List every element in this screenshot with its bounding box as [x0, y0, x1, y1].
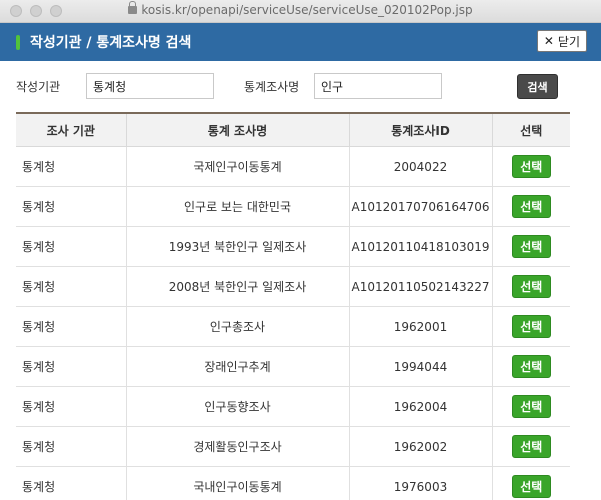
results-table-container: 조사 기관 통계 조사명 통계조사ID 선택 통계청 국제인구이동통계 2004… — [16, 112, 570, 500]
select-button[interactable]: 선택 — [511, 275, 551, 298]
table-row: 통계청 1993년 북한인구 일제조사 A10120110418103019 선… — [16, 226, 570, 267]
browser-titlebar: kosis.kr/openapi/serviceUse/serviceUse_0… — [0, 0, 601, 23]
cell-survey-name: 인구총조사 — [126, 306, 350, 347]
table-row: 통계청 인구동향조사 1962004 선택 — [16, 386, 570, 427]
address-bar: kosis.kr/openapi/serviceUse/serviceUse_0… — [0, 1, 601, 17]
cell-survey-id: 2004022 — [349, 146, 493, 187]
cell-agency: 통계청 — [16, 426, 127, 467]
cell-survey-name: 경제활동인구조사 — [126, 426, 350, 467]
cell-select: 선택 — [492, 146, 570, 187]
cell-survey-id: 1962001 — [349, 306, 493, 347]
column-header-agency: 조사 기관 — [16, 113, 127, 147]
close-button[interactable]: ✕ 닫기 — [536, 30, 587, 52]
cell-agency: 통계청 — [16, 146, 127, 187]
header-accent-bar — [16, 34, 20, 50]
cell-survey-name: 국내인구이동통계 — [126, 466, 350, 500]
table-row: 통계청 인구로 보는 대한민국 A10120170706164706 선택 — [16, 186, 570, 227]
cell-select: 선택 — [492, 186, 570, 227]
results-table: 조사 기관 통계 조사명 통계조사ID 선택 통계청 국제인구이동통계 2004… — [16, 112, 570, 500]
survey-name-label: 통계조사명 — [244, 80, 300, 94]
cell-select: 선택 — [492, 306, 570, 347]
table-row: 통계청 2008년 북한인구 일제조사 A10120110502143227 선… — [16, 266, 570, 307]
table-row: 통계청 국제인구이동통계 2004022 선택 — [16, 146, 570, 187]
url-text: kosis.kr/openapi/serviceUse/serviceUse_0… — [141, 3, 473, 17]
cell-select: 선택 — [492, 466, 570, 500]
cell-agency: 통계청 — [16, 386, 127, 427]
popup-title: 작성기관 / 통계조사명 검색 — [30, 35, 192, 51]
cell-survey-id: A10120170706164706 — [349, 186, 493, 227]
select-button[interactable]: 선택 — [511, 395, 551, 418]
cell-survey-name: 장래인구추계 — [126, 346, 350, 387]
cell-agency: 통계청 — [16, 466, 127, 500]
select-button[interactable]: 선택 — [511, 435, 551, 458]
cell-survey-id: A10120110502143227 — [349, 266, 493, 307]
cell-survey-name: 2008년 북한인구 일제조사 — [126, 266, 350, 307]
cell-agency: 통계청 — [16, 186, 127, 227]
select-button[interactable]: 선택 — [511, 155, 551, 178]
cell-agency: 통계청 — [16, 266, 127, 307]
cell-select: 선택 — [492, 226, 570, 267]
select-button[interactable]: 선택 — [511, 315, 551, 338]
popup-header: 작성기관 / 통계조사명 검색 ✕ 닫기 — [0, 23, 601, 61]
cell-survey-id: A10120110418103019 — [349, 226, 493, 267]
cell-survey-id: 1994044 — [349, 346, 493, 387]
table-row: 통계청 인구총조사 1962001 선택 — [16, 306, 570, 347]
agency-input[interactable] — [86, 73, 214, 99]
cell-agency: 통계청 — [16, 306, 127, 347]
cell-survey-id: 1976003 — [349, 466, 493, 500]
select-button[interactable]: 선택 — [511, 475, 551, 498]
column-header-survey-id: 통계조사ID — [349, 113, 493, 147]
cell-agency: 통계청 — [16, 346, 127, 387]
agency-label: 작성기관 — [16, 80, 61, 94]
table-body: 통계청 국제인구이동통계 2004022 선택 통계청 인구로 보는 대한민국 … — [16, 146, 570, 500]
select-button[interactable]: 선택 — [511, 195, 551, 218]
table-row: 통계청 국내인구이동통계 1976003 선택 — [16, 466, 570, 500]
cell-survey-id: 1962004 — [349, 386, 493, 427]
cell-survey-name: 인구동향조사 — [126, 386, 350, 427]
search-button[interactable]: 검색 — [517, 74, 558, 99]
column-header-survey-name: 통계 조사명 — [126, 113, 350, 147]
table-row: 통계청 경제활동인구조사 1962002 선택 — [16, 426, 570, 467]
cell-survey-id: 1962002 — [349, 426, 493, 467]
cell-survey-name: 인구로 보는 대한민국 — [126, 186, 350, 227]
cell-select: 선택 — [492, 266, 570, 307]
close-button-label: 닫기 — [557, 34, 580, 49]
survey-name-input[interactable] — [314, 73, 442, 99]
cell-survey-name: 국제인구이동통계 — [126, 146, 350, 187]
popup-window: kosis.kr/openapi/serviceUse/serviceUse_0… — [0, 0, 601, 500]
cell-select: 선택 — [492, 346, 570, 387]
search-form: 작성기관 통계조사명 검색 — [0, 61, 601, 113]
close-icon: ✕ — [543, 34, 554, 48]
select-button[interactable]: 선택 — [511, 235, 551, 258]
cell-agency: 통계청 — [16, 226, 127, 267]
cell-survey-name: 1993년 북한인구 일제조사 — [126, 226, 350, 267]
lock-icon — [128, 1, 138, 14]
table-header-row: 조사 기관 통계 조사명 통계조사ID 선택 — [16, 113, 570, 147]
cell-select: 선택 — [492, 426, 570, 467]
table-row: 통계청 장래인구추계 1994044 선택 — [16, 346, 570, 387]
select-button[interactable]: 선택 — [511, 355, 551, 378]
column-header-select: 선택 — [492, 113, 570, 147]
cell-select: 선택 — [492, 386, 570, 427]
